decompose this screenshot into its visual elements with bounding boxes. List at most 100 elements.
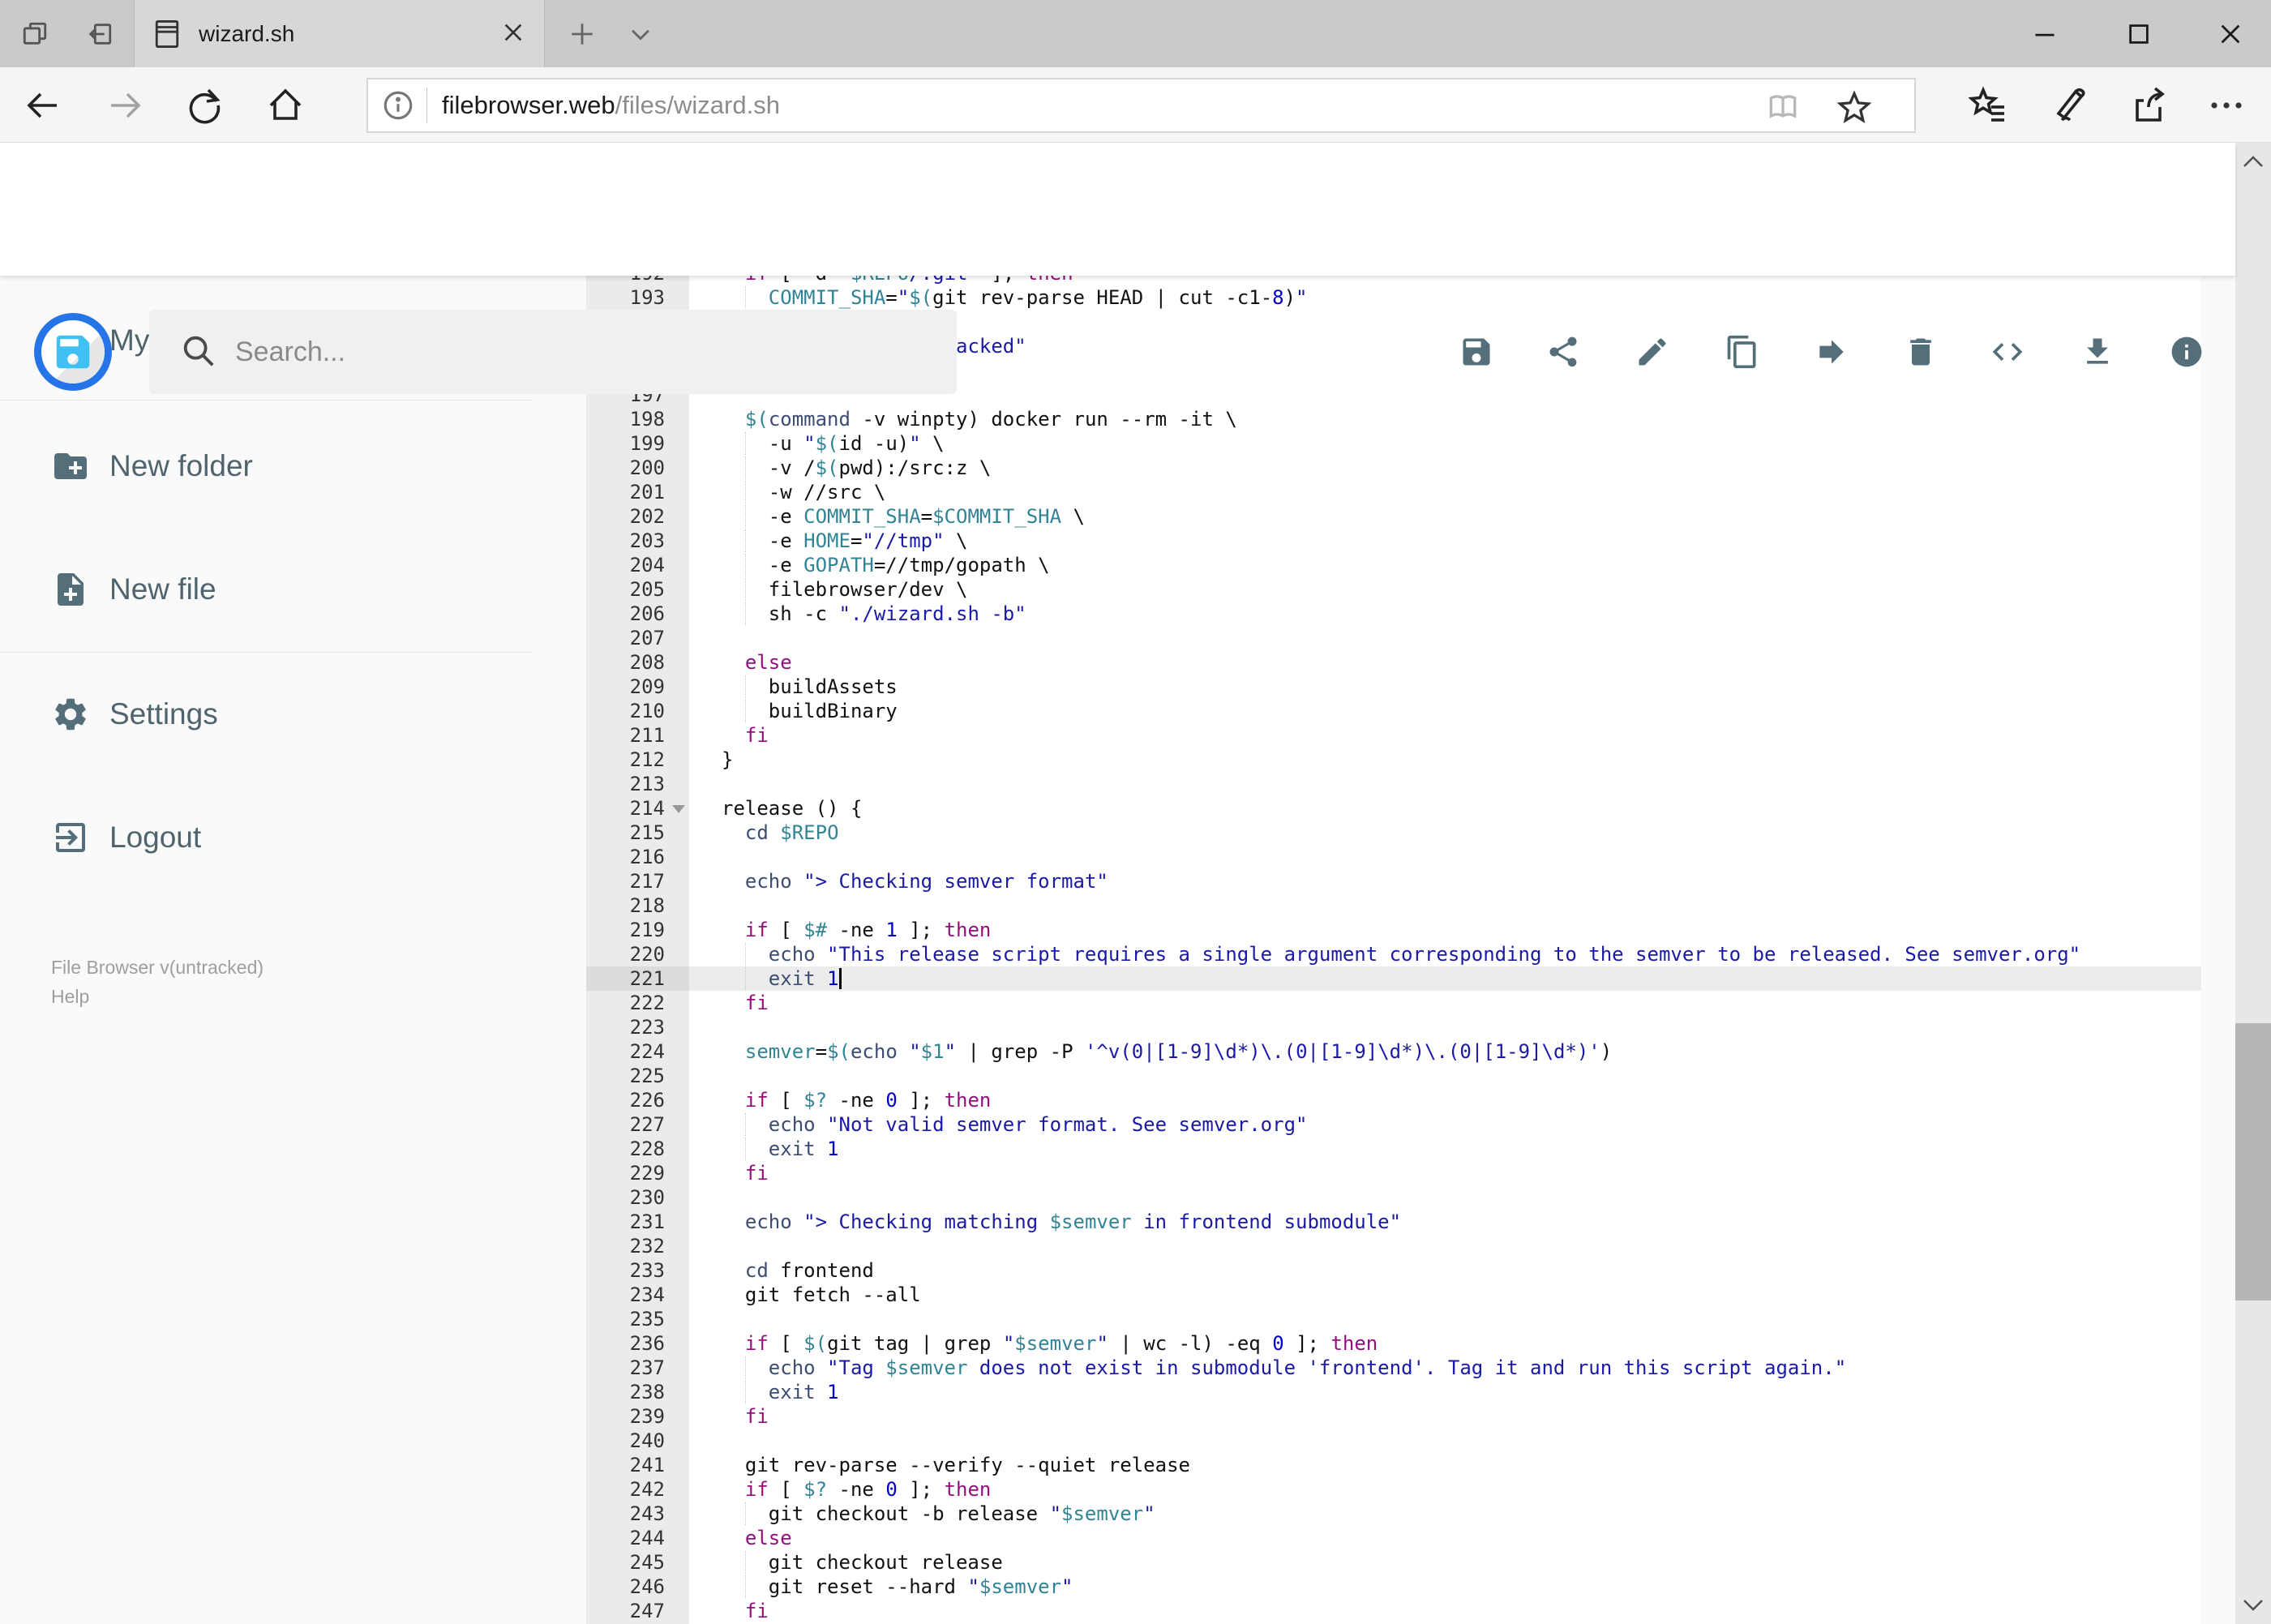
new-tab-icon[interactable] (558, 0, 606, 67)
minimize-button[interactable] (2004, 0, 2085, 67)
search-input[interactable] (234, 310, 931, 394)
code-line[interactable]: fi (689, 1599, 2201, 1623)
code-line[interactable] (689, 1064, 2201, 1088)
code-line[interactable]: -e HOME="//tmp" \ (689, 529, 2201, 553)
copy-button[interactable] (1725, 334, 1760, 370)
sidebar-item-settings[interactable]: Settings (0, 677, 532, 752)
code-line[interactable]: $(command -v winpty) docker run --rm -it… (689, 407, 2201, 431)
rename-button[interactable] (1635, 334, 1670, 370)
page-scrollbar[interactable] (2235, 143, 2271, 1624)
web-note-pen-icon[interactable] (2049, 86, 2088, 125)
code-editor[interactable]: 1921931941951961971981992002012022032042… (586, 276, 2201, 1624)
sidebar-item-new-folder[interactable]: New folder (0, 429, 532, 503)
maximize-button[interactable] (2098, 0, 2179, 67)
code-line[interactable]: if [ $? -ne 0 ]; then (689, 1477, 2201, 1502)
code-line[interactable]: fi (689, 991, 2201, 1015)
search-bar[interactable] (149, 310, 957, 394)
code-line[interactable] (689, 1234, 2201, 1258)
code-line[interactable]: sh -c "./wizard.sh -b" (689, 602, 2201, 626)
code-line[interactable]: echo "Tag $semver does not exist in subm… (689, 1356, 2201, 1380)
code-line[interactable]: echo "This release script requires a sin… (689, 942, 2201, 966)
code-line[interactable] (689, 1015, 2201, 1039)
code-line[interactable]: if [ -d "$REPO/.git" ]; then (689, 276, 2201, 285)
code-line[interactable]: filebrowser/dev \ (689, 577, 2201, 602)
code-line[interactable] (689, 772, 2201, 796)
home-icon[interactable] (266, 86, 305, 125)
code-line[interactable]: COMMIT_SHA="$(git rev-parse HEAD | cut -… (689, 285, 2201, 310)
delete-button[interactable] (1903, 334, 1939, 370)
browser-tab[interactable]: wizard.sh (134, 0, 545, 67)
set-aside-tabs-icon[interactable] (79, 0, 120, 67)
code-line[interactable]: echo "Not valid semver format. See semve… (689, 1112, 2201, 1137)
code-line[interactable]: -e COMMIT_SHA=$COMMIT_SHA \ (689, 504, 2201, 529)
share-icon[interactable] (2129, 86, 2168, 125)
code-area[interactable]: if [ -d "$REPO/.git" ]; then COMMIT_SHA=… (689, 276, 2201, 1624)
site-info-icon[interactable] (381, 88, 415, 122)
move-button[interactable] (1814, 334, 1849, 370)
code-line[interactable]: semver=$(echo "$1" | grep -P '^v(0|[1-9]… (689, 1039, 2201, 1064)
share-button[interactable] (1545, 334, 1581, 370)
filebrowser-logo[interactable] (34, 313, 112, 391)
code-line[interactable]: cd $REPO (689, 821, 2201, 845)
code-line[interactable] (689, 845, 2201, 869)
save-button[interactable] (1459, 334, 1494, 370)
info-button[interactable] (2169, 334, 2205, 370)
refresh-icon[interactable] (185, 86, 224, 125)
code-line[interactable]: exit 1 (689, 966, 2201, 991)
code-line[interactable]: buildAssets (689, 675, 2201, 699)
code-line[interactable]: else (689, 650, 2201, 675)
code-line[interactable]: git checkout release (689, 1550, 2201, 1575)
code-line[interactable] (689, 1307, 2201, 1331)
code-line[interactable]: if [ $? -ne 0 ]; then (689, 1088, 2201, 1112)
scrollbar-thumb[interactable] (2235, 1023, 2271, 1300)
code-line[interactable] (689, 893, 2201, 918)
code-line[interactable]: echo "> Checking matching $semver in fro… (689, 1210, 2201, 1234)
favorite-star-icon[interactable] (1836, 89, 1872, 125)
code-line[interactable]: release () { (689, 796, 2201, 821)
code-line[interactable] (689, 626, 2201, 650)
sidebar-item-logout[interactable]: Logout (0, 800, 532, 875)
hub-icon[interactable] (1969, 86, 2007, 125)
tab-options-icon[interactable] (616, 0, 665, 67)
code-line[interactable]: exit 1 (689, 1137, 2201, 1161)
scroll-up-icon[interactable] (2242, 154, 2265, 170)
code-line[interactable]: git checkout -b release "$semver" (689, 1502, 2201, 1526)
code-line[interactable]: else (689, 1526, 2201, 1550)
url-text[interactable]: filebrowser.web/files/wizard.sh (442, 91, 780, 120)
code-line[interactable]: -u "$(id -u)" \ (689, 431, 2201, 456)
close-window-button[interactable] (2190, 0, 2271, 67)
download-button[interactable] (2080, 334, 2115, 370)
code-line[interactable]: git fetch --all (689, 1283, 2201, 1307)
code-line[interactable]: fi (689, 1404, 2201, 1429)
scroll-down-icon[interactable] (2242, 1596, 2265, 1613)
sidebar-item-new-file[interactable]: New file (0, 552, 532, 627)
code-line[interactable]: git reset --hard "$semver" (689, 1575, 2201, 1599)
code-line[interactable]: buildBinary (689, 699, 2201, 723)
close-tab-icon[interactable] (500, 19, 526, 45)
indent-guide (745, 529, 746, 552)
code-line[interactable]: fi (689, 723, 2201, 748)
code-line[interactable]: git rev-parse --verify --quiet release (689, 1453, 2201, 1477)
back-icon[interactable] (23, 86, 62, 125)
code-line[interactable]: exit 1 (689, 1380, 2201, 1404)
fold-toggle-icon[interactable] (672, 805, 685, 813)
gutter-line-number: 234 (629, 1283, 665, 1306)
code-line[interactable]: -w //src \ (689, 480, 2201, 504)
more-options-icon[interactable] (2207, 86, 2246, 125)
code-line[interactable] (689, 1185, 2201, 1210)
forward-icon[interactable] (106, 86, 145, 125)
help-link[interactable]: Help (51, 986, 89, 1008)
gutter-line-number: 217 (629, 870, 665, 893)
code-line[interactable]: cd frontend (689, 1258, 2201, 1283)
address-bar[interactable]: filebrowser.web/files/wizard.sh (366, 78, 1916, 133)
code-line[interactable]: -e GOPATH=//tmp/gopath \ (689, 553, 2201, 577)
code-line[interactable]: echo "> Checking semver format" (689, 869, 2201, 893)
code-line[interactable]: fi (689, 1161, 2201, 1185)
tab-preview-icon[interactable] (15, 0, 55, 67)
code-view-button[interactable] (1990, 334, 2025, 370)
code-line[interactable]: -v /$(pwd):/src:z \ (689, 456, 2201, 480)
code-line[interactable]: if [ $(git tag | grep "$semver" | wc -l)… (689, 1331, 2201, 1356)
code-line[interactable]: if [ $# -ne 1 ]; then (689, 918, 2201, 942)
code-line[interactable] (689, 1429, 2201, 1453)
code-line[interactable]: } (689, 748, 2201, 772)
